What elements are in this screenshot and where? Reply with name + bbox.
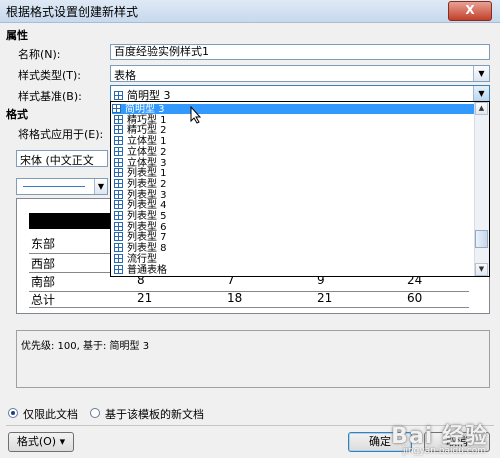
- name-label: 名称(N):: [18, 48, 61, 61]
- style-type-value: 表格: [114, 69, 136, 82]
- table-style-icon: [114, 189, 123, 199]
- title-bar: 根据格式设置创建新样式 X: [0, 0, 500, 23]
- table-style-icon: [114, 114, 123, 124]
- font-select[interactable]: 宋体 (中文正文: [16, 150, 108, 167]
- style-base-select[interactable]: 简明型 3 ▼: [110, 85, 490, 102]
- dropdown-item-label: 精巧型 2: [127, 125, 167, 137]
- table-style-icon: [114, 264, 123, 274]
- scroll-thumb[interactable]: [475, 230, 488, 248]
- dropdown-item-label: 立体型 3: [127, 157, 167, 169]
- dropdown-item-label: 列表型 5: [127, 211, 167, 222]
- row-label: 南部: [31, 275, 56, 289]
- cell: 60: [407, 291, 423, 305]
- table-style-icon: [114, 178, 123, 188]
- border-style-select[interactable]: ▼: [16, 178, 108, 195]
- close-button[interactable]: X: [448, 1, 492, 21]
- this-document-label[interactable]: 仅限此文档: [23, 406, 78, 422]
- template-document-label[interactable]: 基于该模板的新文档: [105, 406, 204, 422]
- dropdown-item[interactable]: 立体型 2: [114, 146, 167, 158]
- font-value: 宋体 (中文正文: [20, 154, 94, 167]
- table-style-icon: [114, 125, 123, 135]
- format-heading: 格式: [6, 108, 28, 121]
- style-base-label: 样式基准(B):: [18, 90, 82, 103]
- table-style-icon: [112, 104, 121, 113]
- style-type-label: 样式类型(T):: [18, 69, 82, 82]
- dropdown-item[interactable]: 立体型 3: [114, 157, 167, 169]
- divider: [29, 307, 469, 308]
- dropdown-item[interactable]: 列表型 2: [114, 178, 167, 190]
- dropdown-item[interactable]: 立体型 1: [114, 136, 167, 148]
- dropdown-item-label: 列表型 8: [127, 243, 167, 255]
- template-document-radio[interactable]: [90, 408, 100, 418]
- dropdown-item-label: 列表型 3: [127, 189, 167, 201]
- dropdown-item-label: 立体型 1: [127, 136, 167, 148]
- dropdown-item[interactable]: 精巧型 1: [114, 114, 167, 125]
- scroll-down-icon[interactable]: ▼: [475, 263, 488, 276]
- dropdown-item[interactable]: 简明型 3: [112, 104, 474, 115]
- table-style-icon: [114, 221, 123, 231]
- table-style-icon: [114, 211, 123, 220]
- mouse-cursor-icon: [190, 106, 202, 124]
- table-row: 东部: [31, 235, 55, 252]
- row-label: 西部: [31, 257, 56, 271]
- table-style-icon: [114, 91, 123, 100]
- row-label: 东部: [31, 237, 56, 251]
- table-style-icon: [114, 157, 123, 167]
- dropdown-item[interactable]: 流行型: [114, 253, 157, 265]
- properties-heading: 属性: [6, 29, 28, 42]
- style-description: 优先级: 100, 基于: 简明型 3: [16, 330, 490, 388]
- dropdown-item[interactable]: 列表型 7: [114, 232, 167, 244]
- chevron-down-icon[interactable]: ▼: [473, 66, 489, 81]
- name-input[interactable]: 百度经验实例样式1: [110, 44, 490, 60]
- this-document-radio[interactable]: [8, 408, 18, 418]
- cell: 18: [227, 291, 243, 305]
- scroll-up-icon[interactable]: ▲: [475, 102, 488, 115]
- table-row: 总计 21 18 21 60: [31, 291, 471, 308]
- dropdown-item-label: 普通表格: [127, 264, 167, 276]
- dropdown-item[interactable]: 列表型 6: [114, 221, 167, 232]
- dropdown-item-label: 列表型 4: [127, 200, 167, 212]
- table-style-icon: [114, 200, 123, 210]
- dropdown-scrollbar[interactable]: ▲ ▼: [474, 102, 489, 276]
- dropdown-item-label: 列表型 2: [127, 178, 167, 190]
- chevron-down-icon[interactable]: ▼: [94, 179, 107, 194]
- dropdown-item[interactable]: 列表型 5: [114, 211, 167, 222]
- watermark-url: jingyan.baidu.com: [402, 446, 486, 456]
- table-style-icon: [114, 146, 123, 156]
- table-style-icon: [114, 253, 123, 263]
- style-type-select[interactable]: 表格 ▼: [110, 65, 490, 82]
- apply-to-label: 将格式应用于(E):: [18, 128, 104, 141]
- dropdown-item[interactable]: 列表型 3: [114, 189, 167, 201]
- table-row: 西部: [31, 255, 55, 272]
- dropdown-item[interactable]: 列表型 4: [114, 200, 167, 212]
- dropdown-item[interactable]: 普通表格: [114, 264, 167, 276]
- table-style-icon: [114, 136, 123, 146]
- table-style-icon: [114, 232, 123, 242]
- style-base-dropdown[interactable]: 简明型 3 精巧型 1 精巧型 2 立体型 1 立体型 2 立体型 3 列表型 1 列表型 2…: [110, 101, 490, 277]
- format-button[interactable]: 格式(O) ▾: [8, 432, 74, 452]
- cell: 21: [317, 291, 333, 305]
- window-title: 根据格式设置创建新样式: [6, 5, 139, 19]
- row-label: 总计: [31, 293, 56, 307]
- cell: 21: [137, 291, 153, 305]
- dropdown-item-label: 简明型 3: [125, 104, 165, 115]
- dropdown-item[interactable]: 列表型 1: [114, 168, 167, 180]
- description-text: 优先级: 100, 基于: 简明型 3: [21, 341, 150, 352]
- line-sample: [23, 186, 85, 187]
- chevron-down-icon[interactable]: ▼: [473, 86, 489, 101]
- dropdown-item[interactable]: 精巧型 2: [114, 125, 167, 137]
- dropdown-item-label: 列表型 1: [127, 168, 167, 180]
- table-style-icon: [114, 168, 123, 178]
- dropdown-item-label: 流行型: [127, 253, 157, 265]
- dropdown-item-label: 立体型 2: [127, 146, 167, 158]
- table-style-icon: [114, 243, 123, 253]
- dropdown-item-label: 列表型 7: [127, 232, 167, 244]
- dropdown-item[interactable]: 列表型 8: [114, 243, 167, 255]
